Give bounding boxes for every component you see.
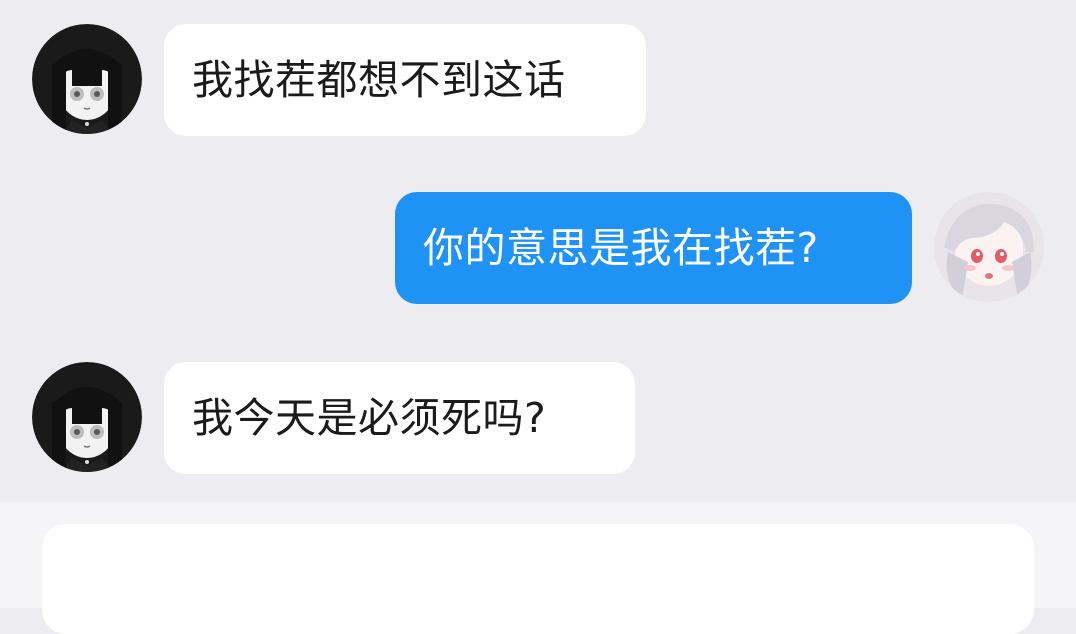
message-text: 我找茬都想不到这话: [192, 55, 566, 104]
white-hair-girl-avatar-icon: [934, 192, 1044, 302]
contact-avatar[interactable]: [32, 24, 142, 134]
dark-hair-girl-avatar-icon: [32, 24, 142, 134]
message-text: 你的意思是我在找茬?: [423, 223, 819, 272]
incoming-message-bubble[interactable]: 我找茬都想不到这话: [164, 24, 646, 136]
self-avatar[interactable]: [934, 192, 1044, 302]
message-input[interactable]: [42, 524, 1034, 634]
contact-avatar[interactable]: [32, 362, 142, 472]
message-text: 我今天是必须死吗?: [192, 393, 547, 442]
outgoing-message-bubble[interactable]: 你的意思是我在找茬?: [395, 192, 912, 304]
incoming-message-bubble[interactable]: 我今天是必须死吗?: [164, 362, 635, 474]
dark-hair-girl-avatar-icon: [32, 362, 142, 472]
chat-message-list[interactable]: 我找茬都想不到这话 你的意思是我在找茬? 我今天是必须死吗?: [0, 0, 1076, 502]
